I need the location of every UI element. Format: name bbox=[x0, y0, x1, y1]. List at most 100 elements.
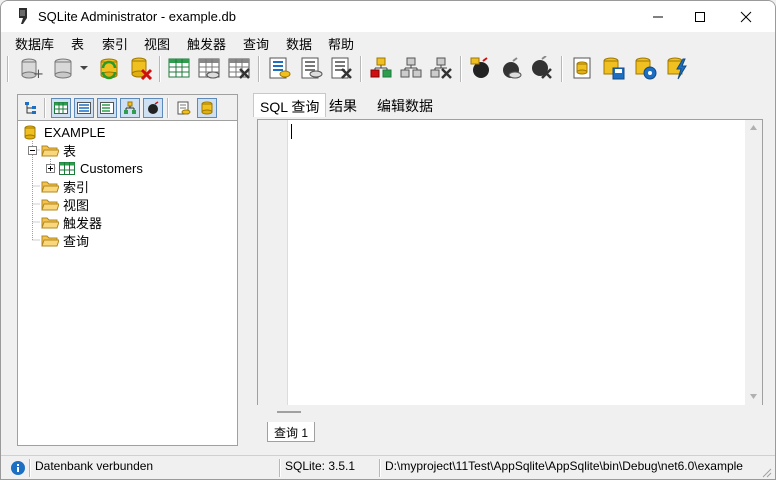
toolbar-separator bbox=[159, 56, 161, 82]
schema-toolbar-separator bbox=[167, 98, 169, 118]
tree-label-queries: 查询 bbox=[63, 233, 90, 249]
edit-table-button[interactable] bbox=[195, 54, 223, 82]
edit-index-icon bbox=[301, 57, 323, 79]
menu-query[interactable]: 查询 bbox=[243, 34, 269, 53]
execute-button[interactable] bbox=[663, 54, 691, 82]
show-indexes-toggle[interactable] bbox=[97, 98, 117, 118]
menu-index[interactable]: 索引 bbox=[102, 34, 128, 53]
toolbar-separator bbox=[360, 56, 362, 82]
new-table-button[interactable] bbox=[165, 54, 193, 82]
tree-node-queries[interactable]: 查询 bbox=[41, 231, 89, 249]
folder-icon bbox=[41, 181, 59, 193]
drop-trigger-button[interactable] bbox=[527, 54, 555, 82]
database-info-button[interactable] bbox=[568, 54, 596, 82]
close-database-button[interactable] bbox=[127, 54, 155, 82]
show-tables-toggle[interactable] bbox=[51, 98, 71, 118]
menu-bar: 数据库 表 索引 视图 触发器 查询 数据 帮助 bbox=[1, 32, 775, 52]
sqlite-feather-icon bbox=[19, 8, 27, 24]
svg-text:+: + bbox=[33, 67, 43, 80]
new-database-button[interactable]: + bbox=[17, 54, 45, 82]
scroll-up-icon bbox=[750, 125, 757, 130]
query-icon bbox=[177, 101, 191, 115]
line-number-gutter bbox=[258, 120, 288, 406]
main-tabs: SQL 查询 结果 编辑数据 bbox=[253, 93, 763, 117]
new-trigger-button[interactable] bbox=[467, 54, 495, 82]
edit-index-button[interactable] bbox=[297, 54, 325, 82]
show-database-toggle[interactable] bbox=[197, 98, 217, 118]
index-icon bbox=[100, 102, 114, 114]
minimize-icon bbox=[653, 16, 663, 17]
expand-icon[interactable] bbox=[46, 163, 55, 173]
menu-database[interactable]: 数据库 bbox=[15, 34, 54, 53]
query-tabs-area: 查询 1 bbox=[257, 405, 763, 445]
new-table-icon bbox=[168, 58, 190, 78]
tree-node-triggers[interactable]: 触发器 bbox=[41, 213, 102, 231]
database-icon bbox=[201, 101, 213, 115]
tree-node-customers[interactable]: Customers bbox=[46, 159, 143, 177]
settings-button[interactable] bbox=[631, 54, 659, 82]
tree-node-indexes[interactable]: 索引 bbox=[41, 177, 89, 195]
scroll-down-icon bbox=[750, 394, 757, 399]
tree-label-customers: Customers bbox=[80, 160, 143, 176]
collapse-icon[interactable] bbox=[28, 145, 37, 155]
tab-sql-query[interactable]: SQL 查询 bbox=[253, 93, 327, 117]
save-database-button[interactable] bbox=[599, 54, 627, 82]
tree-node-tables[interactable]: 表 bbox=[28, 141, 76, 159]
new-view-button[interactable] bbox=[367, 54, 395, 82]
toolbar-separator bbox=[258, 56, 260, 82]
text-caret bbox=[291, 124, 292, 139]
sql-editor[interactable] bbox=[257, 119, 763, 409]
scrollbar-arrows bbox=[750, 125, 757, 399]
tree-label-indexes: 索引 bbox=[63, 179, 90, 195]
menu-data[interactable]: 数据 bbox=[286, 34, 312, 53]
drop-index-button[interactable] bbox=[327, 54, 355, 82]
drop-table-icon bbox=[228, 58, 250, 79]
tree-root-database[interactable]: EXAMPLE bbox=[24, 123, 105, 141]
menu-table[interactable]: 表 bbox=[71, 34, 84, 53]
edit-view-button[interactable] bbox=[397, 54, 425, 82]
refresh-database-button[interactable] bbox=[95, 54, 123, 82]
open-database-button[interactable] bbox=[49, 54, 77, 82]
tab-results[interactable]: 结果 bbox=[323, 93, 363, 117]
tree-view-button[interactable] bbox=[21, 98, 41, 118]
new-index-button[interactable] bbox=[265, 54, 293, 82]
edit-table-icon bbox=[198, 58, 220, 79]
refresh-database-icon bbox=[100, 58, 118, 80]
dropdown-arrow-icon bbox=[80, 66, 88, 70]
edit-trigger-button[interactable] bbox=[497, 54, 525, 82]
menu-view[interactable]: 视图 bbox=[144, 34, 170, 53]
drop-table-button[interactable] bbox=[225, 54, 253, 82]
open-recent-dropdown[interactable] bbox=[77, 54, 91, 82]
toolbar-separator bbox=[561, 56, 563, 82]
show-queries-button[interactable] bbox=[174, 98, 194, 118]
main-window: SQLite Administrator - example.db 数据库 表 … bbox=[0, 0, 776, 480]
drop-trigger-icon bbox=[532, 56, 552, 79]
table-icon bbox=[59, 161, 75, 175]
tab-edit-data[interactable]: 编辑数据 bbox=[371, 93, 439, 117]
sqlite-version: SQLite: 3.5.1 bbox=[285, 459, 356, 473]
resize-grip-icon[interactable] bbox=[761, 467, 773, 479]
tree-icon bbox=[25, 102, 36, 114]
view-icon bbox=[124, 101, 136, 114]
open-database-icon bbox=[54, 58, 72, 79]
close-button[interactable] bbox=[723, 1, 769, 32]
drop-view-button[interactable] bbox=[427, 54, 455, 82]
show-fields-toggle[interactable] bbox=[74, 98, 94, 118]
close-database-icon bbox=[131, 57, 153, 80]
window-title: SQLite Administrator - example.db bbox=[38, 9, 236, 24]
tree-root-label: EXAMPLE bbox=[44, 124, 106, 140]
maximize-button[interactable] bbox=[677, 1, 723, 32]
tree-node-views[interactable]: 视图 bbox=[41, 195, 89, 213]
drop-index-icon bbox=[331, 57, 352, 79]
show-triggers-toggle[interactable] bbox=[143, 98, 163, 118]
table-icon bbox=[54, 102, 68, 114]
fields-icon bbox=[77, 102, 91, 114]
vertical-scrollbar[interactable] bbox=[745, 120, 762, 408]
drop-view-icon bbox=[430, 57, 452, 79]
menu-trigger[interactable]: 触发器 bbox=[187, 34, 226, 53]
query-tab-1[interactable]: 查询 1 bbox=[267, 422, 316, 442]
horizontal-scroll-thumb[interactable] bbox=[277, 411, 301, 413]
show-views-toggle[interactable] bbox=[120, 98, 140, 118]
menu-help[interactable]: 帮助 bbox=[328, 34, 354, 53]
minimize-button[interactable] bbox=[635, 1, 681, 32]
